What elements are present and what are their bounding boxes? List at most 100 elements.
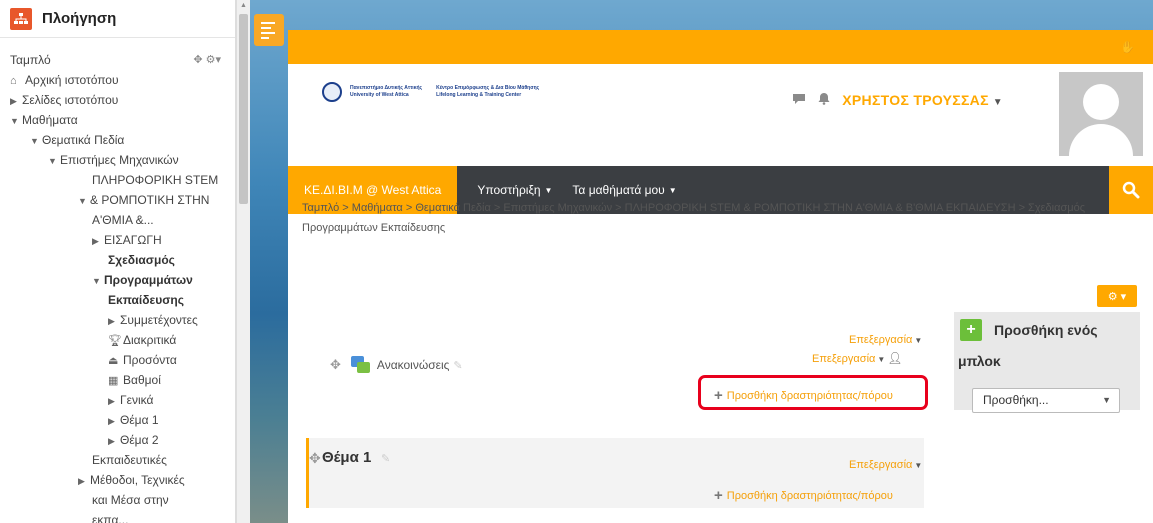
nav-item-site-home[interactable]: ⌂ Αρχική ιστοτόπου <box>0 70 235 90</box>
nav-item-methods-line3[interactable]: και Μέσα στην <box>0 490 235 510</box>
nav-item-label[interactable]: Θέμα 2 <box>120 433 159 447</box>
add-activity-label[interactable]: Προσθήκη δραστηριότητας/πόρου <box>727 490 893 502</box>
nav-item-label[interactable]: ΕΙΣΑΓΩΓΗ <box>104 233 162 247</box>
nav-item-label[interactable]: Γενικά <box>120 393 153 407</box>
notifications-icon[interactable] <box>818 92 830 108</box>
nav-item-label[interactable]: Αρχική ιστοτόπου <box>25 73 119 87</box>
hand-icon[interactable]: ✋ <box>1120 40 1135 54</box>
nav-item-label[interactable]: Προσόντα <box>123 353 177 367</box>
nav-item-methods-line4[interactable]: εκπα... <box>0 510 235 523</box>
user-name[interactable]: ΧΡΗΣΤΟΣ ΤΡΟΥΣΣΑΣ <box>842 92 989 108</box>
collapsed-arrow-icon[interactable]: ▶ <box>108 431 120 451</box>
nav-item-participants[interactable]: ▶ Συμμετέχοντες <box>0 310 235 330</box>
nav-item-grades[interactable]: ▦ Βαθμοί <box>0 370 235 390</box>
chevron-down-icon: ▼ <box>914 336 923 345</box>
avatar[interactable] <box>1059 72 1143 156</box>
institution-logo[interactable]: Πανεπιστήμιο Δυτικής Αττικής University … <box>322 82 539 102</box>
nav-item-label[interactable]: Θεματικά Πεδία <box>42 133 124 147</box>
nav-item-site-pages[interactable]: ▶ Σελίδες ιστοτόπου <box>0 90 235 110</box>
nav-item-badges[interactable]: 🏆︎Διακριτικά <box>0 330 235 350</box>
user-menu-area: ΧΡΗΣΤΟΣ ΤΡΟΥΣΣΑΣ ▼ <box>792 92 1003 108</box>
block-tools-icon[interactable]: ✥ ⚙▾ <box>193 50 221 70</box>
nav-item-engineering[interactable]: ▼ Επιστήμες Μηχανικών <box>0 150 235 170</box>
nav-item-topic-1[interactable]: ▶ Θέμα 1 <box>0 410 235 430</box>
messages-icon[interactable] <box>792 92 806 108</box>
menu-label[interactable]: Τα μαθήματά μου <box>572 183 664 197</box>
drawer-toggle-button[interactable] <box>254 14 284 46</box>
scrollbar-thumb[interactable] <box>239 14 248 204</box>
expanded-arrow-icon[interactable]: ▼ <box>30 131 42 151</box>
add-block-plus-icon: + <box>960 319 982 341</box>
nav-item-label[interactable]: Α'ΘΜΙΑ &... <box>92 213 154 227</box>
chevron-down-icon: ▼ <box>992 97 1003 108</box>
collapsed-arrow-icon[interactable]: ▶ <box>92 231 104 251</box>
collapsed-arrow-icon[interactable]: ▶ <box>108 391 120 411</box>
scroll-up-arrow-icon[interactable]: ▲ <box>240 2 247 9</box>
nav-item-general[interactable]: ▶ Γενικά <box>0 390 235 410</box>
collapsed-arrow-icon[interactable]: ▶ <box>10 91 22 111</box>
edit-section-menu[interactable]: Επεξεργασία ▼ <box>849 334 922 346</box>
course-settings-menu[interactable]: ⚙ ▾ <box>1097 285 1137 307</box>
nav-item-label[interactable]: και Μέσα στην <box>92 493 169 507</box>
expanded-arrow-icon[interactable]: ▼ <box>78 191 90 211</box>
nav-item-label[interactable]: Μαθήματα <box>22 113 78 127</box>
move-icon[interactable]: ✥ <box>309 450 321 467</box>
nav-item-dashboard[interactable]: Ταμπλό ✥ ⚙▾ <box>0 50 235 70</box>
edit-title-pencil-icon[interactable]: ✎ <box>453 359 462 372</box>
topic-title[interactable]: Θέμα 1 <box>322 449 371 466</box>
collapsed-arrow-icon[interactable]: ▶ <box>78 471 90 491</box>
nav-item-label[interactable]: Σχεδιασμός <box>108 253 175 267</box>
add-activity-link-topic[interactable]: + Προσθήκη δραστηριότητας/πόρου <box>714 487 893 504</box>
nav-item-label[interactable]: Βαθμοί <box>123 373 161 387</box>
nav-item-label[interactable]: Σελίδες ιστοτόπου <box>22 93 118 107</box>
edit-activity-menu[interactable]: Επεξεργασία ▼ 👤︎ <box>812 351 903 365</box>
chevron-down-icon: ▼ <box>914 461 923 470</box>
nav-item-label[interactable]: Εκπαιδευτικές <box>92 453 167 467</box>
nav-item-categories[interactable]: ▼ Θεματικά Πεδία <box>0 130 235 150</box>
expanded-arrow-icon[interactable]: ▼ <box>48 151 60 171</box>
nav-item-current-line3[interactable]: Εκπαίδευσης <box>0 290 235 310</box>
nav-item-competencies[interactable]: ⏏ Προσόντα <box>0 350 235 370</box>
edit-label[interactable]: Επεξεργασία <box>849 334 912 346</box>
nav-item-label[interactable]: Θέμα 1 <box>120 413 159 427</box>
nav-item-label[interactable]: Διακριτικά <box>123 333 176 347</box>
expanded-arrow-icon[interactable]: ▼ <box>10 111 22 131</box>
edit-label[interactable]: Επεξεργασία <box>849 459 912 471</box>
nav-item-label[interactable]: & ΡΟΜΠΟΤΙΚΗ ΣΤΗΝ <box>90 193 209 207</box>
menu-label[interactable]: Υποστήριξη <box>477 183 540 197</box>
sidebar-scrollbar[interactable]: ▲ <box>236 0 250 523</box>
collapsed-arrow-icon[interactable]: ▶ <box>108 311 120 331</box>
nav-item-current-line1[interactable]: Σχεδιασμός <box>0 250 235 270</box>
nav-item-label[interactable]: Ταμπλό <box>10 53 51 67</box>
menu-support[interactable]: Υποστήριξη ▼ <box>477 183 552 197</box>
breadcrumb[interactable]: Ταμπλό > Μαθήματα > Θεματικά Πεδία > Επι… <box>302 198 1142 238</box>
nav-item-intro[interactable]: ▶ ΕΙΣΑΓΩΓΗ <box>0 230 235 250</box>
nav-item-course-line2[interactable]: ▼ & ΡΟΜΠΟΤΙΚΗ ΣΤΗΝ <box>0 190 235 210</box>
nav-item-course-line1[interactable]: ΠΛΗΡΟΦΟΡΙΚΗ STEM <box>0 170 235 190</box>
menu-my-courses[interactable]: Τα μαθήματά μου ▼ <box>572 183 676 197</box>
chevron-down-icon: ▼ <box>544 185 553 195</box>
nav-item-current-line2[interactable]: ▼ Προγραμμάτων <box>0 270 235 290</box>
nav-item-label[interactable]: εκπα... <box>92 513 128 523</box>
move-icon[interactable]: ✥ <box>330 357 341 373</box>
nav-item-course-line3[interactable]: Α'ΘΜΙΑ &... <box>0 210 235 230</box>
nav-item-courses[interactable]: ▼ Μαθήματα <box>0 110 235 130</box>
nav-item-methods-line1[interactable]: Εκπαιδευτικές <box>0 450 235 470</box>
edit-topic-menu[interactable]: Επεξεργασία ▼ <box>849 459 922 471</box>
nav-item-label[interactable]: Προγραμμάτων <box>104 273 193 287</box>
edit-title-pencil-icon[interactable]: ✎ <box>381 452 390 465</box>
add-block-select[interactable]: Προσθήκη... ▼ <box>972 388 1120 413</box>
nav-item-label[interactable]: ΠΛΗΡΟΦΟΡΙΚΗ STEM <box>92 173 218 187</box>
nav-item-label[interactable]: Εκπαίδευσης <box>108 293 184 307</box>
collapsed-arrow-icon[interactable]: ▶ <box>108 411 120 431</box>
nav-item-topic-2[interactable]: ▶ Θέμα 2 <box>0 430 235 450</box>
add-block-select-value[interactable]: Προσθήκη... <box>983 393 1049 407</box>
user-menu-toggle[interactable]: ΧΡΗΣΤΟΣ ΤΡΟΥΣΣΑΣ ▼ <box>842 92 1003 108</box>
nav-item-label[interactable]: Συμμετέχοντες <box>120 313 198 327</box>
expanded-arrow-icon[interactable]: ▼ <box>92 271 104 291</box>
edit-label[interactable]: Επεξεργασία <box>812 353 875 365</box>
nav-item-label[interactable]: Επιστήμες Μηχανικών <box>60 153 179 167</box>
nav-item-label[interactable]: Μέθοδοι, Τεχνικές <box>90 473 185 487</box>
nav-item-methods-line2[interactable]: ▶ Μέθοδοι, Τεχνικές <box>0 470 235 490</box>
announcements-link[interactable]: Ανακοινώσεις <box>377 358 450 372</box>
